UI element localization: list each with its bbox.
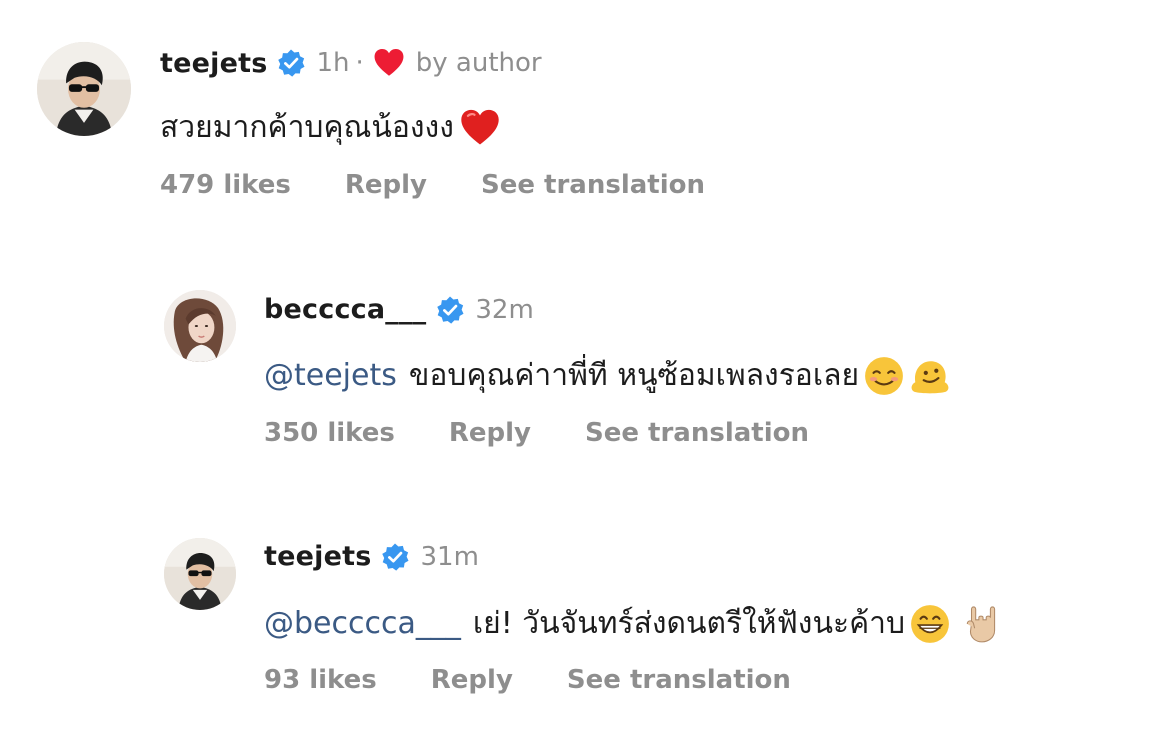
comment-body: ขอบคุณค่าาพี่ที หนูซ้อมเพลงรอเลย <box>408 358 860 393</box>
comment-actions: 350 likes Reply See translation <box>264 418 863 448</box>
comment-body: เย่! วันจันทร์ส่งดนตรีให้ฟังนะค้าบ <box>472 606 906 641</box>
verified-badge-icon <box>276 48 306 78</box>
comment-text: @teejets ขอบคุณค่าาพี่ที หนูซ้อมเพลงรอเล… <box>264 352 951 399</box>
mention-link[interactable]: @becccca___ <box>264 606 461 641</box>
comment-header: becccca___ 32m <box>264 294 534 325</box>
liked-by-author-label: by author <box>415 48 542 78</box>
avatar[interactable] <box>164 290 236 362</box>
comment-header: teejets 1h · by author <box>160 46 542 80</box>
sign-of-horns-emoji-icon <box>961 603 1003 645</box>
avatar[interactable] <box>164 538 236 610</box>
likes-count[interactable]: 479 likes <box>160 170 291 200</box>
avatar[interactable] <box>37 42 131 136</box>
reply-button[interactable]: Reply <box>345 170 427 200</box>
verified-badge-icon <box>380 542 410 572</box>
comment-actions: 479 likes Reply See translation <box>160 170 759 200</box>
smiling-face-emoji-icon <box>863 355 905 397</box>
comment-actions: 93 likes Reply See translation <box>264 665 845 695</box>
comment-body: สวยมากค้าบคุณน้องงง <box>160 110 454 145</box>
comment-text: สวยมากค้าบคุณน้องงง <box>160 104 502 151</box>
see-translation-button[interactable]: See translation <box>481 170 705 200</box>
likes-count[interactable]: 93 likes <box>264 665 377 695</box>
mention-link[interactable]: @teejets <box>264 358 397 393</box>
username[interactable]: becccca___ <box>264 294 426 325</box>
comment-header: teejets 31m <box>264 541 479 572</box>
timestamp: 31m <box>420 541 479 572</box>
reply-button[interactable]: Reply <box>449 418 531 448</box>
timestamp: 32m <box>475 294 534 325</box>
separator-dot: · <box>355 48 364 78</box>
timestamp: 1h <box>316 48 350 78</box>
comment-text: @becccca___ เย่! วันจันทร์ส่งดนตรีให้ฟัง… <box>264 600 1003 647</box>
melting-face-emoji-icon <box>909 355 951 397</box>
username[interactable]: teejets <box>264 541 371 572</box>
red-heart-emoji-icon <box>458 106 502 150</box>
grinning-face-emoji-icon <box>909 603 951 645</box>
username[interactable]: teejets <box>160 48 267 79</box>
heart-icon <box>372 46 406 80</box>
reply-button[interactable]: Reply <box>431 665 513 695</box>
likes-count[interactable]: 350 likes <box>264 418 395 448</box>
see-translation-button[interactable]: See translation <box>585 418 809 448</box>
see-translation-button[interactable]: See translation <box>567 665 791 695</box>
verified-badge-icon <box>435 295 465 325</box>
